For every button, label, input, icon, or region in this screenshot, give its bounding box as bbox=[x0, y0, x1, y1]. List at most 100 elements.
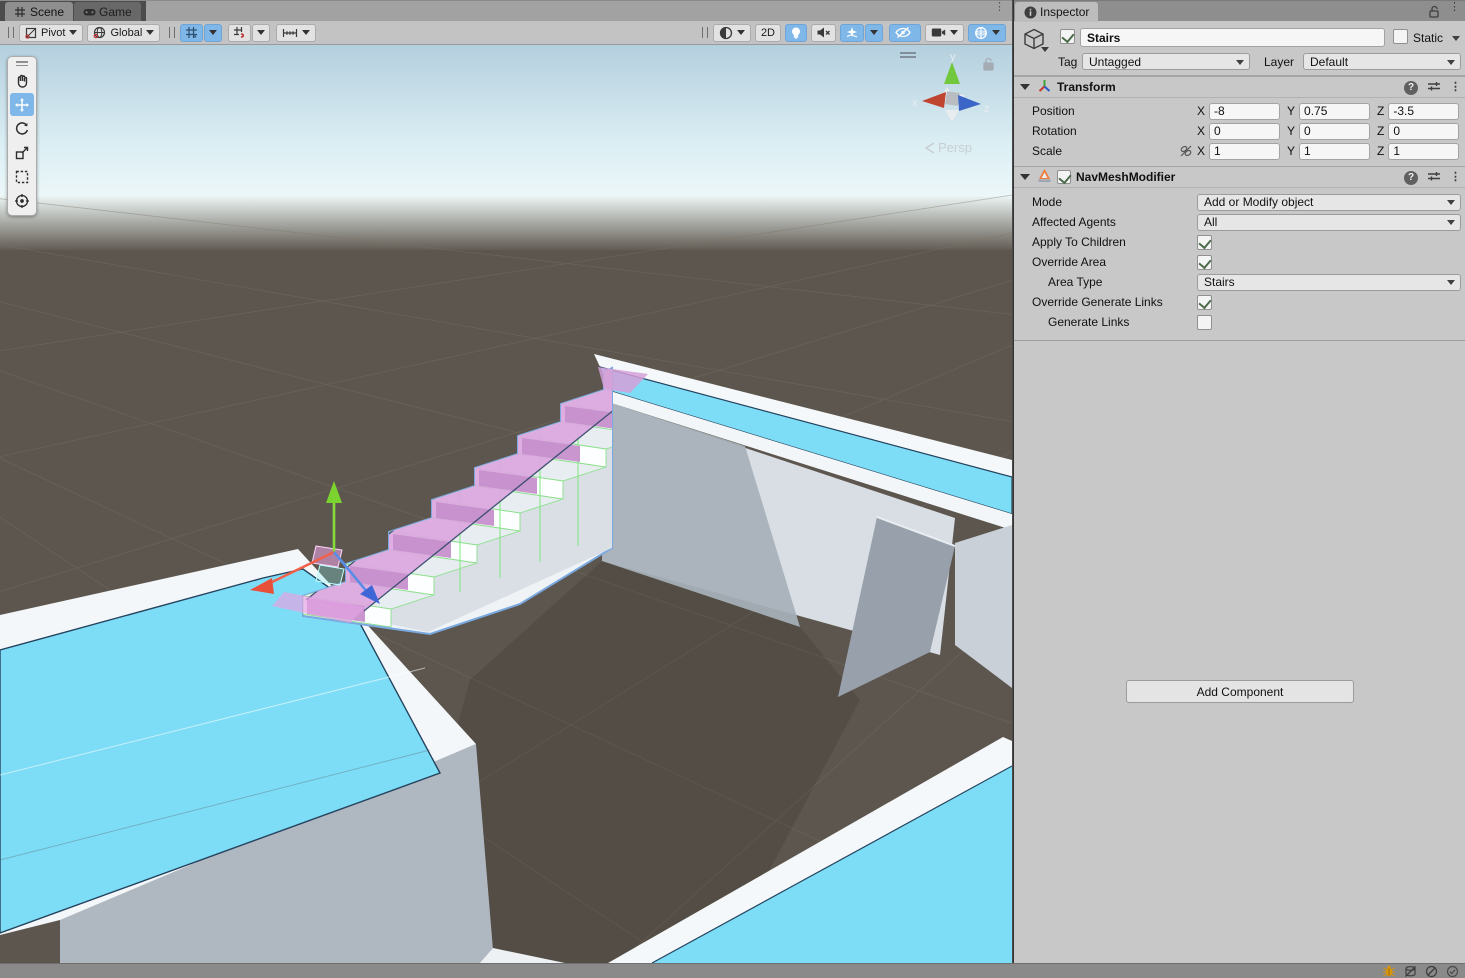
y-axis-label: Y bbox=[1287, 124, 1295, 138]
static-checkbox[interactable] bbox=[1393, 29, 1408, 44]
component-menu-kebab-icon[interactable]: ⋮ bbox=[1450, 175, 1460, 180]
persp-label[interactable]: Persp bbox=[938, 140, 972, 155]
shading-mode-button[interactable] bbox=[713, 24, 751, 42]
add-component-button[interactable]: Add Component bbox=[1126, 680, 1354, 703]
rotate-tool-button[interactable] bbox=[10, 117, 34, 140]
gameobject-icon-dropdown[interactable] bbox=[1041, 47, 1049, 52]
grid-visibility-dropdown[interactable] bbox=[204, 24, 222, 42]
tag-dropdown[interactable]: Untagged bbox=[1082, 53, 1250, 70]
scene-effects-button[interactable] bbox=[840, 24, 864, 42]
layer-dropdown[interactable]: Default bbox=[1303, 53, 1461, 70]
scene-grid-icon bbox=[14, 6, 26, 18]
grid-visibility-button[interactable] bbox=[180, 24, 203, 42]
scale-x-field[interactable] bbox=[1209, 143, 1280, 160]
presets-icon[interactable] bbox=[1427, 170, 1441, 185]
toolbar-separator bbox=[169, 27, 175, 38]
rotation-x-field[interactable] bbox=[1209, 123, 1280, 140]
2d-mode-button[interactable]: 2D bbox=[755, 24, 781, 42]
chevron-down-icon bbox=[1447, 60, 1455, 65]
debugger-bug-icon[interactable] bbox=[1382, 965, 1396, 977]
gameobject-active-checkbox[interactable] bbox=[1060, 29, 1075, 44]
scene-camera-button[interactable] bbox=[925, 24, 964, 42]
tools-drag-handle[interactable] bbox=[10, 59, 34, 68]
navmesh-modifier-title: NavMeshModifier bbox=[1076, 170, 1175, 184]
area-type-row: Area Type Stairs bbox=[1014, 272, 1465, 292]
rotation-y-field[interactable] bbox=[1299, 123, 1370, 140]
rotation-z-field[interactable] bbox=[1388, 123, 1459, 140]
code-optimization-icon[interactable] bbox=[1425, 965, 1438, 978]
gizmo-center-cube[interactable] bbox=[945, 91, 960, 106]
mode-value: Add or Modify object bbox=[1204, 195, 1313, 209]
toolbar-drag-handle[interactable] bbox=[8, 27, 14, 38]
help-icon[interactable]: ? bbox=[1404, 171, 1418, 185]
rect-tool-icon bbox=[14, 169, 30, 185]
tab-game[interactable]: Game bbox=[74, 2, 141, 22]
scene-visibility-button[interactable] bbox=[889, 24, 921, 42]
override-generate-links-row: Override Generate Links bbox=[1014, 292, 1465, 312]
affected-agents-dropdown[interactable]: All bbox=[1197, 214, 1461, 231]
override-generate-links-checkbox[interactable] bbox=[1197, 295, 1212, 310]
move-tool-button[interactable] bbox=[10, 93, 34, 116]
move-icon bbox=[14, 97, 30, 113]
layer-label: Layer bbox=[1264, 55, 1294, 69]
override-area-row: Override Area bbox=[1014, 252, 1465, 272]
gizmos-button[interactable] bbox=[968, 24, 1006, 42]
tab-inspector[interactable]: Inspector bbox=[1015, 2, 1098, 22]
scale-z-field[interactable] bbox=[1388, 143, 1459, 160]
foldout-arrow-icon[interactable] bbox=[1020, 84, 1030, 90]
chevron-down-icon bbox=[146, 30, 154, 35]
pivot-mode-button[interactable]: Pivot bbox=[19, 24, 83, 42]
measure-tool-button[interactable] bbox=[276, 24, 316, 42]
transform-header[interactable]: Transform ? ⋮ bbox=[1014, 76, 1465, 98]
gameobject-name-field[interactable] bbox=[1080, 28, 1385, 47]
component-menu-kebab-icon[interactable]: ⋮ bbox=[1450, 85, 1460, 90]
static-flags-dropdown[interactable] bbox=[1452, 36, 1460, 41]
navmesh-modifier-header[interactable]: NavMeshModifier ? ⋮ bbox=[1014, 166, 1465, 188]
mode-dropdown[interactable]: Add or Modify object bbox=[1197, 194, 1461, 211]
component-enabled-checkbox[interactable] bbox=[1057, 170, 1071, 184]
snap-increment-dropdown[interactable] bbox=[252, 24, 270, 42]
scene-effects-dropdown[interactable] bbox=[865, 24, 883, 42]
scene-viewport-3d[interactable]: y x z Persp bbox=[0, 45, 1012, 963]
unity-editor-window: Scene Game ⋮ Pivot Global bbox=[0, 0, 1465, 978]
z-axis-label: Z bbox=[1377, 124, 1384, 138]
position-x-field[interactable] bbox=[1209, 103, 1280, 120]
rotation-row: Rotation X Y Z bbox=[1014, 121, 1465, 141]
apply-to-children-checkbox[interactable] bbox=[1197, 235, 1212, 250]
constrain-proportions-link-icon[interactable] bbox=[1179, 144, 1193, 161]
background-tasks-check-icon[interactable] bbox=[1446, 965, 1459, 978]
snap-increment-button[interactable] bbox=[228, 24, 251, 42]
area-type-dropdown[interactable]: Stairs bbox=[1197, 274, 1461, 291]
axis-label-x: x bbox=[912, 97, 918, 109]
tab-scene[interactable]: Scene bbox=[5, 2, 73, 22]
scene-lighting-button[interactable] bbox=[785, 24, 807, 42]
foldout-arrow-icon[interactable] bbox=[1020, 174, 1030, 180]
inspector-panel: Inspector ⋮ Static Tag bbox=[1013, 0, 1465, 963]
presets-icon[interactable] bbox=[1427, 80, 1441, 95]
gizmo-plane-handle-xz[interactable] bbox=[316, 565, 344, 585]
transform-body: Position X Y Z Rotation X Y Z Scale X bbox=[1014, 98, 1465, 166]
scale-tool-button[interactable] bbox=[10, 141, 34, 164]
generate-links-checkbox[interactable] bbox=[1197, 315, 1212, 330]
transform-title: Transform bbox=[1057, 80, 1116, 94]
horizon-haze bbox=[0, 196, 1012, 252]
camera-icon bbox=[931, 27, 946, 38]
ruler-icon bbox=[282, 27, 298, 39]
audio-mute-button[interactable] bbox=[811, 24, 836, 42]
transform-combo-tool-button[interactable] bbox=[10, 189, 34, 212]
inspector-menu-kebab-icon[interactable]: ⋮ bbox=[1449, 5, 1459, 10]
position-z-field[interactable] bbox=[1388, 103, 1459, 120]
help-icon[interactable]: ? bbox=[1404, 81, 1418, 95]
override-area-checkbox[interactable] bbox=[1197, 255, 1212, 270]
scale-y-field[interactable] bbox=[1299, 143, 1370, 160]
scene-tabbar: Scene Game ⋮ bbox=[0, 0, 1012, 21]
scene-tab-menu-kebab-icon[interactable]: ⋮ bbox=[994, 5, 1004, 10]
position-y-field[interactable] bbox=[1299, 103, 1370, 120]
rect-tool-button[interactable] bbox=[10, 165, 34, 188]
chevron-down-icon bbox=[257, 30, 265, 35]
gameobject-header: Static Tag Untagged Layer Default bbox=[1014, 21, 1465, 76]
cache-server-disconnected-icon[interactable] bbox=[1404, 965, 1417, 978]
view-hand-tool-button[interactable] bbox=[10, 69, 34, 92]
2d-label: 2D bbox=[761, 27, 775, 39]
global-mode-button[interactable]: Global bbox=[87, 24, 160, 42]
